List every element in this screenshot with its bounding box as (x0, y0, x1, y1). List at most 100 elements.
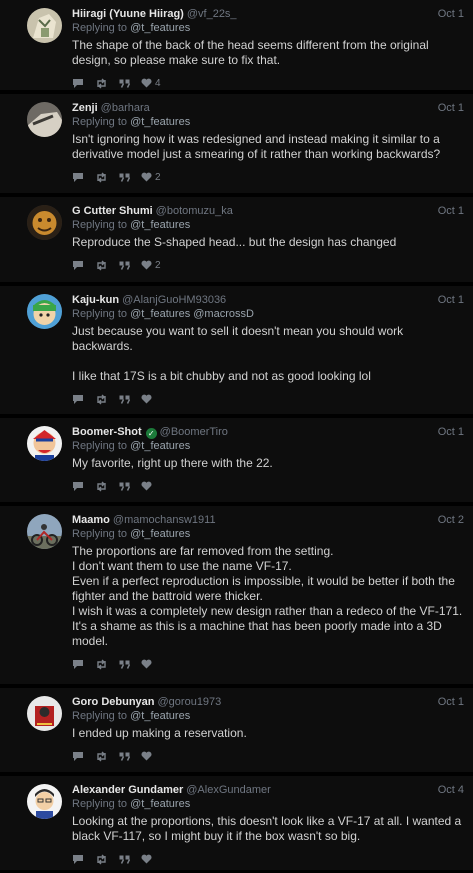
reply-icon (73, 394, 83, 404)
avatar[interactable] (27, 205, 62, 240)
retweet-button[interactable] (95, 751, 108, 762)
author-name[interactable]: Kaju-kun (72, 294, 119, 306)
tweet-actions (72, 749, 464, 763)
tweet-date[interactable]: Oct 1 (438, 293, 464, 307)
author-handle[interactable]: @barhara (101, 102, 150, 114)
avatar[interactable] (27, 102, 62, 137)
like-button[interactable]: 4 (141, 78, 161, 89)
tweet-card[interactable]: Kaju-kun @AlanjGuoHM93036 Oct 1 Replying … (0, 286, 473, 418)
tweet-date[interactable]: Oct 2 (438, 513, 464, 527)
author-name[interactable]: G Cutter Shumi (72, 205, 153, 217)
reply-button[interactable] (72, 481, 84, 492)
avatar[interactable] (27, 426, 62, 461)
like-button[interactable]: 2 (141, 260, 161, 271)
reply-button[interactable] (72, 78, 84, 89)
tweet-card[interactable]: Zenji @barhara Oct 1 Replying to @t_featu… (0, 94, 473, 197)
reply-mention-link[interactable]: @t_features (130, 22, 190, 34)
like-button[interactable] (141, 659, 155, 669)
retweet-button[interactable] (95, 481, 108, 492)
author-handle[interactable]: @AlexGundamer (186, 784, 271, 796)
avatar[interactable] (27, 696, 62, 731)
author-name[interactable]: Maamo (72, 514, 110, 526)
tweet-date[interactable]: Oct 1 (438, 695, 464, 709)
like-count: 2 (155, 171, 161, 183)
retweet-icon (97, 854, 106, 864)
quote-button[interactable] (119, 79, 130, 88)
quote-button[interactable] (119, 482, 130, 491)
author-handle[interactable]: @botomuzu_ka (156, 205, 233, 217)
tweet-card[interactable]: Hiiragi (Yuune Hiirag) @vf_22s_ Oct 1 Rep… (0, 0, 473, 94)
tweet-card[interactable]: Boomer-Shot ✓ @BoomerTiro Oct 1 Replying t… (0, 418, 473, 506)
author-handle[interactable]: @mamochansw1911 (113, 514, 216, 526)
heart-icon (141, 659, 152, 669)
retweet-button[interactable] (95, 260, 108, 271)
heart-icon (141, 78, 152, 88)
replying-label: Replying to (72, 308, 128, 320)
reply-icon (73, 172, 83, 182)
author-name[interactable]: Zenji (72, 102, 98, 114)
reply-button[interactable] (72, 394, 84, 405)
author-handle[interactable]: @AlanjGuoHM93036 (122, 294, 226, 306)
reply-icon (73, 659, 83, 669)
author-name[interactable]: Alexander Gundamer (72, 784, 183, 796)
retweet-button[interactable] (95, 854, 108, 865)
quote-button[interactable] (119, 261, 130, 270)
retweet-button[interactable] (95, 394, 108, 405)
quote-button[interactable] (119, 752, 130, 761)
avatar[interactable] (27, 294, 62, 329)
quote-button[interactable] (119, 855, 130, 864)
reply-icon (73, 751, 83, 761)
reply-button[interactable] (72, 854, 84, 865)
reply-mention-link[interactable]: @t_features (130, 219, 190, 231)
replying-to: Replying to @t_features (72, 115, 464, 129)
like-button[interactable] (141, 854, 155, 864)
replying-to: Replying to @t_features @macrossD (72, 307, 464, 321)
tweet-card[interactable]: Alexander Gundamer @AlexGundamer Oct 4 Re… (0, 776, 473, 873)
like-button[interactable]: 2 (141, 172, 161, 183)
quote-button[interactable] (119, 395, 130, 404)
retweet-button[interactable] (95, 659, 108, 670)
tweet-date[interactable]: Oct 4 (438, 783, 464, 797)
reply-button[interactable] (72, 260, 84, 271)
tweet-card[interactable]: Goro Debunyan @gorou1973 Oct 1 Replying t… (0, 688, 473, 776)
reply-button[interactable] (72, 659, 84, 670)
avatar[interactable] (27, 514, 62, 549)
tweet-text: My favorite, right up there with the 22. (72, 456, 273, 470)
tweet-actions: 2 (72, 258, 464, 272)
avatar[interactable] (27, 784, 62, 819)
tweet-date[interactable]: Oct 1 (438, 204, 464, 218)
quote-button[interactable] (119, 173, 130, 182)
like-button[interactable] (141, 394, 155, 404)
retweet-button[interactable] (95, 78, 108, 89)
replying-label: Replying to (72, 798, 128, 810)
quote-icon (119, 261, 130, 270)
replying-label: Replying to (72, 219, 128, 231)
avatar[interactable] (27, 8, 62, 43)
author-handle[interactable]: @BoomerTiro (160, 426, 228, 438)
author-name[interactable]: Goro Debunyan (72, 696, 155, 708)
tweet-date[interactable]: Oct 1 (438, 7, 464, 21)
author-name[interactable]: Boomer-Shot (72, 426, 142, 438)
tweet-date[interactable]: Oct 1 (438, 101, 464, 115)
reply-mention-link[interactable]: @t_features (130, 528, 190, 540)
heart-icon (141, 481, 152, 491)
retweet-icon (97, 751, 106, 761)
reply-mention-link[interactable]: @t_features (130, 116, 190, 128)
tweet-card[interactable]: Maamo @mamochansw1911 Oct 2 Replying to @… (0, 506, 473, 688)
tweet-card[interactable]: G Cutter Shumi @botomuzu_ka Oct 1 Replyin… (0, 197, 473, 286)
reply-mention-link[interactable]: @t_features (130, 798, 190, 810)
reply-button[interactable] (72, 751, 84, 762)
like-button[interactable] (141, 481, 155, 491)
author-handle[interactable]: @gorou1973 (158, 696, 222, 708)
quote-icon (119, 79, 130, 88)
reply-mention-link[interactable]: @t_features (130, 440, 190, 452)
author-handle[interactable]: @vf_22s_ (187, 8, 237, 20)
reply-mention-link[interactable]: @t_features (130, 710, 190, 722)
quote-button[interactable] (119, 660, 130, 669)
reply-button[interactable] (72, 172, 84, 183)
retweet-button[interactable] (95, 172, 108, 183)
tweet-date[interactable]: Oct 1 (438, 425, 464, 439)
reply-mention-link[interactable]: @t_features @macrossD (130, 308, 254, 320)
like-button[interactable] (141, 751, 155, 761)
author-name[interactable]: Hiiragi (Yuune Hiirag) (72, 8, 184, 20)
